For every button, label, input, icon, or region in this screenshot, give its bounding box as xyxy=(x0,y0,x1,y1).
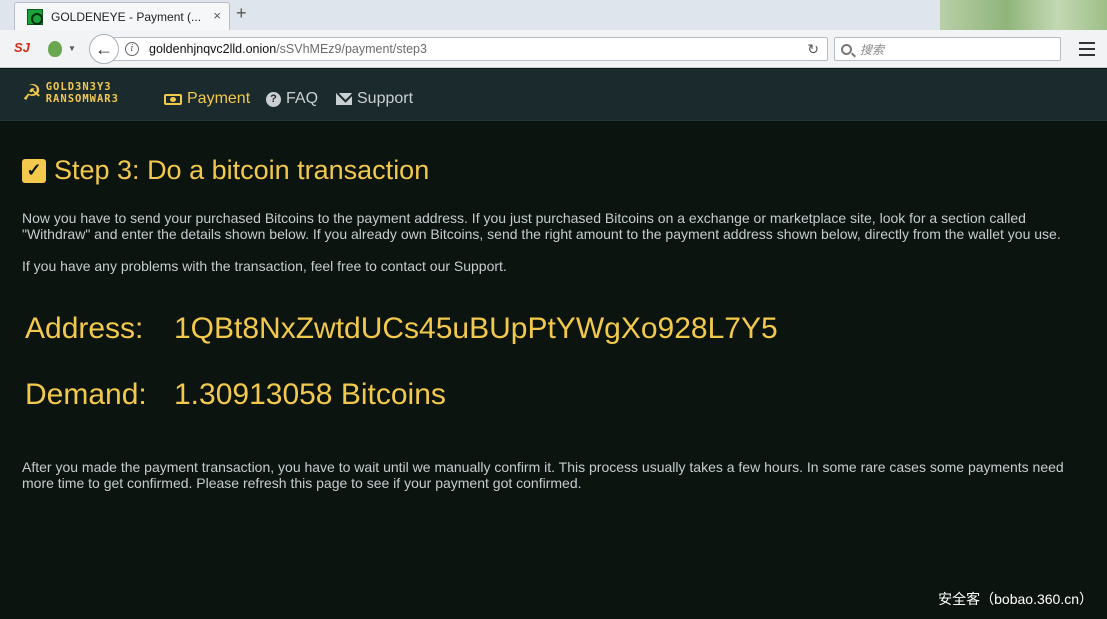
bitcoin-address[interactable]: 1QBt8NxZwtdUCs45uBUpPtYWgXo928L7Y5 xyxy=(174,312,778,346)
search-placeholder: 搜索 xyxy=(860,42,885,57)
reload-icon[interactable]: ↻ xyxy=(807,41,819,58)
nav-faq-label: FAQ xyxy=(286,90,319,107)
hammer-sickle-icon: ☭ xyxy=(22,80,42,105)
nav-payment-link[interactable]: Payment xyxy=(164,90,250,108)
address-label: Address: xyxy=(25,312,144,345)
address-bar[interactable]: i goldenhjnqvc2lld.onion /sSVhMEz9/payme… xyxy=(106,37,828,61)
back-button[interactable]: ← xyxy=(89,34,119,64)
new-tab-icon[interactable]: + xyxy=(236,3,247,24)
info-icon[interactable]: i xyxy=(125,42,139,56)
tab-bar-background xyxy=(940,0,1107,30)
nav-support-label: Support xyxy=(357,90,414,107)
money-icon xyxy=(164,93,182,105)
logo-line-2: RANSOMWAR3 xyxy=(45,93,119,105)
browser-toolbar: SJ ▼ ← i goldenhjnqvc2lld.onion /sSVhMEz… xyxy=(0,30,1107,68)
url-path: /sSVhMEz9/payment/step3 xyxy=(276,42,427,56)
logo-text: GOLD3N3Y3 RANSOMWAR3 xyxy=(46,81,119,105)
nav-payment-label: Payment xyxy=(187,90,251,107)
support-paragraph: If you have any problems with the transa… xyxy=(22,258,507,274)
url-host: goldenhjnqvc2lld.onion xyxy=(149,42,277,56)
demand-row: Demand: 1.30913058 Bitcoins xyxy=(25,378,446,412)
search-input[interactable]: 搜索 xyxy=(834,37,1061,61)
page-title: Step 3: Do a bitcoin transaction xyxy=(54,155,430,185)
main-content: ✓ Step 3: Do a bitcoin transaction Now y… xyxy=(0,122,1107,619)
logo-line-1: GOLD3N3Y3 xyxy=(45,81,112,93)
site-logo[interactable]: ☭ GOLD3N3Y3 RANSOMWAR3 xyxy=(22,81,119,105)
menu-icon[interactable] xyxy=(1079,42,1095,60)
step-heading: ✓ Step 3: Do a bitcoin transaction xyxy=(22,155,429,186)
browser-tab-bar: GOLDENEYE - Payment (... × + xyxy=(0,0,1107,30)
browser-tab-active[interactable]: GOLDENEYE - Payment (... × xyxy=(14,2,230,30)
search-icon xyxy=(841,43,852,55)
checkbox-checked-icon: ✓ xyxy=(22,158,46,183)
confirmation-paragraph: After you made the payment transaction, … xyxy=(22,459,1064,491)
instructions-paragraph: Now you have to send your purchased Bitc… xyxy=(22,210,1061,242)
demand-amount: 1.30913058 Bitcoins xyxy=(174,378,446,411)
site-navbar: ☭ GOLD3N3Y3 RANSOMWAR3 Payment ? FAQ Sup… xyxy=(0,69,1107,121)
site-favicon-icon xyxy=(27,8,43,25)
demand-label: Demand: xyxy=(25,378,147,411)
address-row: Address: 1QBt8NxZwtdUCs45uBUpPtYWgXo928L… xyxy=(25,312,778,346)
question-circle-icon: ? xyxy=(266,91,281,107)
sj-icon[interactable]: SJ xyxy=(14,40,30,55)
nav-faq-link[interactable]: ? FAQ xyxy=(266,90,318,108)
back-icon: ← xyxy=(95,38,113,59)
tab-close-icon[interactable]: × xyxy=(213,8,221,23)
extension-icon[interactable] xyxy=(48,41,62,57)
envelope-icon xyxy=(336,93,352,105)
chevron-down-icon[interactable]: ▼ xyxy=(68,44,76,53)
tab-title: GOLDENEYE - Payment (... xyxy=(51,9,202,24)
nav-support-link[interactable]: Support xyxy=(336,90,413,108)
watermark: 安全客（bobao.360.cn） xyxy=(938,591,1093,607)
